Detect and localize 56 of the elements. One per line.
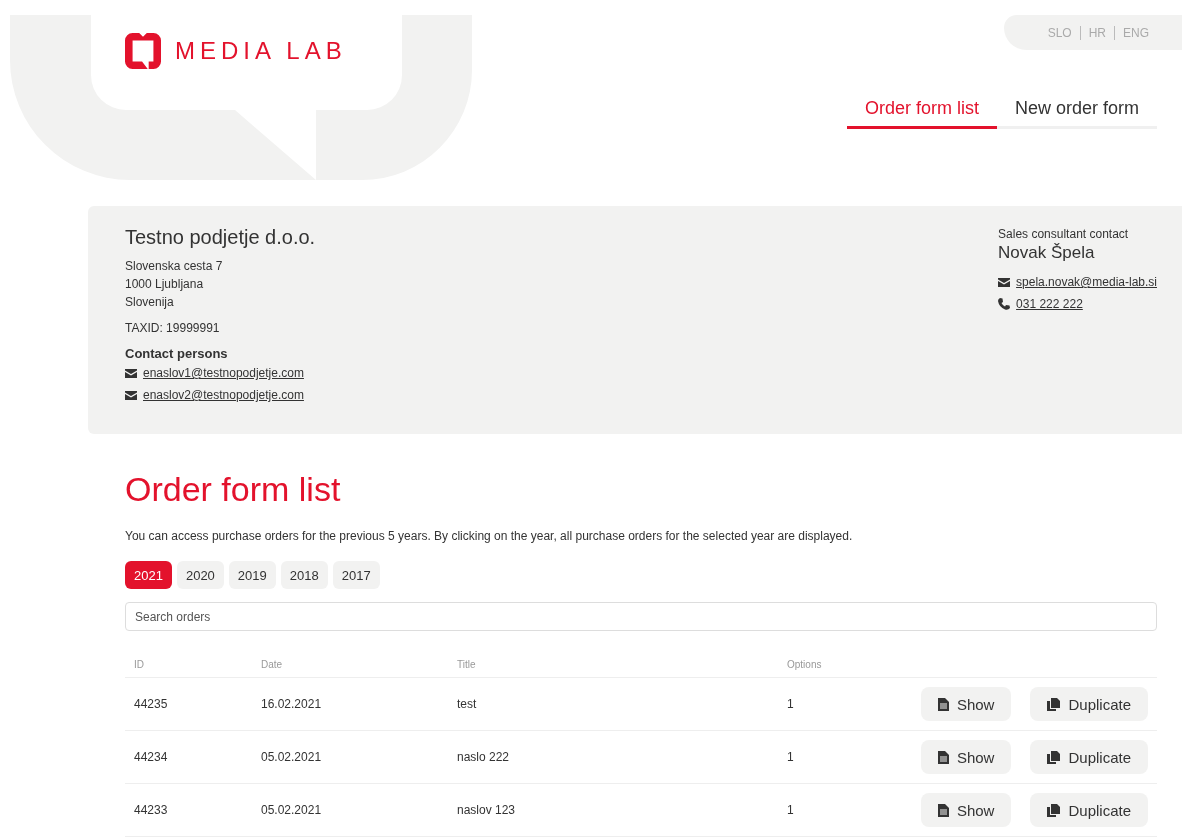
phone-link[interactable]: 031 222 222 [1016,293,1083,315]
consultant-heading: Sales consultant contact [998,227,1130,241]
company-name: Testno podjetje d.o.o. [125,226,316,249]
nav-tab[interactable]: New order form [996,94,1157,129]
table-cell-text: naslo 222 [457,750,511,764]
address-line: 1000 Ljubljana [125,276,205,293]
email-link[interactable]: enaslov2@testnopodjetje.com [143,384,304,406]
email-link[interactable]: enaslov1@testnopodjetje.com [143,362,304,384]
copy-icon [1047,803,1061,817]
address-line: Slovenska cesta 7 [125,258,224,275]
table-cell-text: 44234 [134,750,169,764]
table-cell-text: test [457,697,478,711]
tax-id: TAXID: 19999991 [125,320,221,337]
show-button[interactable]: Show [920,793,1012,827]
email-link[interactable]: spela.novak@media-lab.si [1016,271,1157,293]
envelope-icon [125,390,137,400]
phone-icon [998,298,1011,310]
column-header: Date [261,658,284,670]
year-tab[interactable]: 2021 [125,561,172,589]
table-cell-text: 44233 [134,803,169,817]
table-cell-text: 44235 [134,697,169,711]
column-header: Options [787,658,823,670]
show-button[interactable]: Show [920,687,1012,721]
address-line: Slovenija [125,294,175,311]
year-tab[interactable]: 2019 [228,561,276,589]
copy-icon [1047,697,1061,711]
page-title: Order form list [125,470,342,509]
document-icon [937,803,949,817]
duplicate-button[interactable]: Duplicate [1030,687,1148,721]
search-field[interactable]: Search orders [125,602,1157,631]
column-header: Title [457,658,477,670]
table-cell-text: 1 [787,803,795,817]
duplicate-button[interactable]: Duplicate [1030,793,1148,827]
table-cell-text: 1 [787,697,795,711]
duplicate-button[interactable]: Duplicate [1030,740,1148,774]
year-tab[interactable]: 2020 [176,561,224,589]
document-icon [937,697,949,711]
logo-text: MEDIA LAB [175,37,347,65]
table-cell-text: 1 [787,750,795,764]
table-cell-text: naslov 123 [457,803,517,817]
year-tab[interactable]: 2018 [280,561,328,589]
table-cell-text: 05.02.2021 [261,750,323,764]
table-cell-text: 05.02.2021 [261,803,323,817]
show-button[interactable]: Show [920,740,1012,774]
column-header: ID [134,658,145,670]
nav-tab[interactable]: Order form list [846,94,997,129]
year-tab[interactable]: 2017 [332,561,380,589]
logo-icon [125,33,161,69]
contacts-heading: Contact persons [125,346,229,362]
document-icon [937,750,949,764]
table-cell-text: 16.02.2021 [261,697,323,711]
copy-icon [1047,750,1061,764]
envelope-icon [998,277,1011,287]
consultant-name: Novak Špela [998,243,1096,263]
envelope-icon [125,368,137,378]
description: You can access purchase orders for the previous 5 years. By clicking on the year, all purchase orders for the selected year are displayed. [125,529,854,543]
